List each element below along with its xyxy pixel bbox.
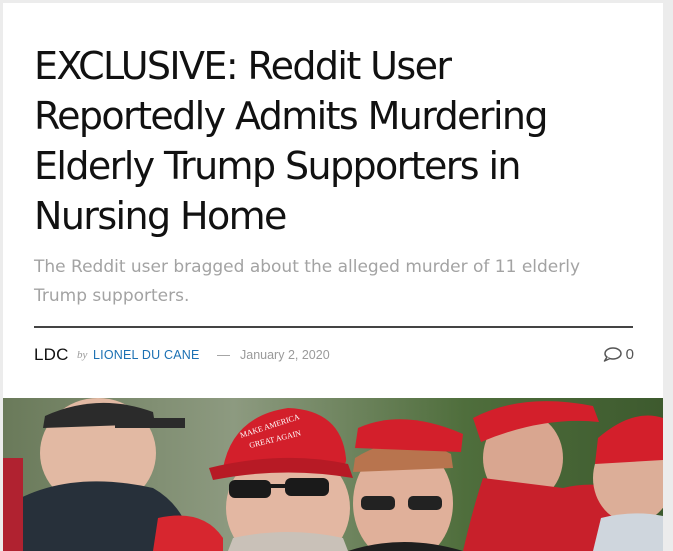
article-card: EXCLUSIVE: Reddit User Reportedly Admits… — [3, 3, 663, 551]
author-avatar[interactable]: LDC — [34, 345, 69, 365]
divider — [34, 326, 633, 328]
author-link[interactable]: LIONEL DU CANE — [93, 348, 200, 362]
article-title: EXCLUSIVE: Reddit User Reportedly Admits… — [34, 44, 549, 238]
article-subtitle: The Reddit user bragged about the allege… — [34, 257, 581, 306]
speech-bubble-icon — [603, 346, 622, 362]
meta-separator: — — [217, 347, 230, 362]
by-label: by — [77, 349, 88, 361]
featured-image[interactable]: MAKE AMERICA GREAT AGAIN — [3, 398, 663, 551]
publish-date: January 2, 2020 — [240, 348, 330, 362]
article-meta: LDC by LIONEL DU CANE — January 2, 2020 … — [34, 341, 634, 365]
comment-count: 0 — [625, 345, 634, 363]
comments-link[interactable]: 0 — [603, 344, 634, 364]
